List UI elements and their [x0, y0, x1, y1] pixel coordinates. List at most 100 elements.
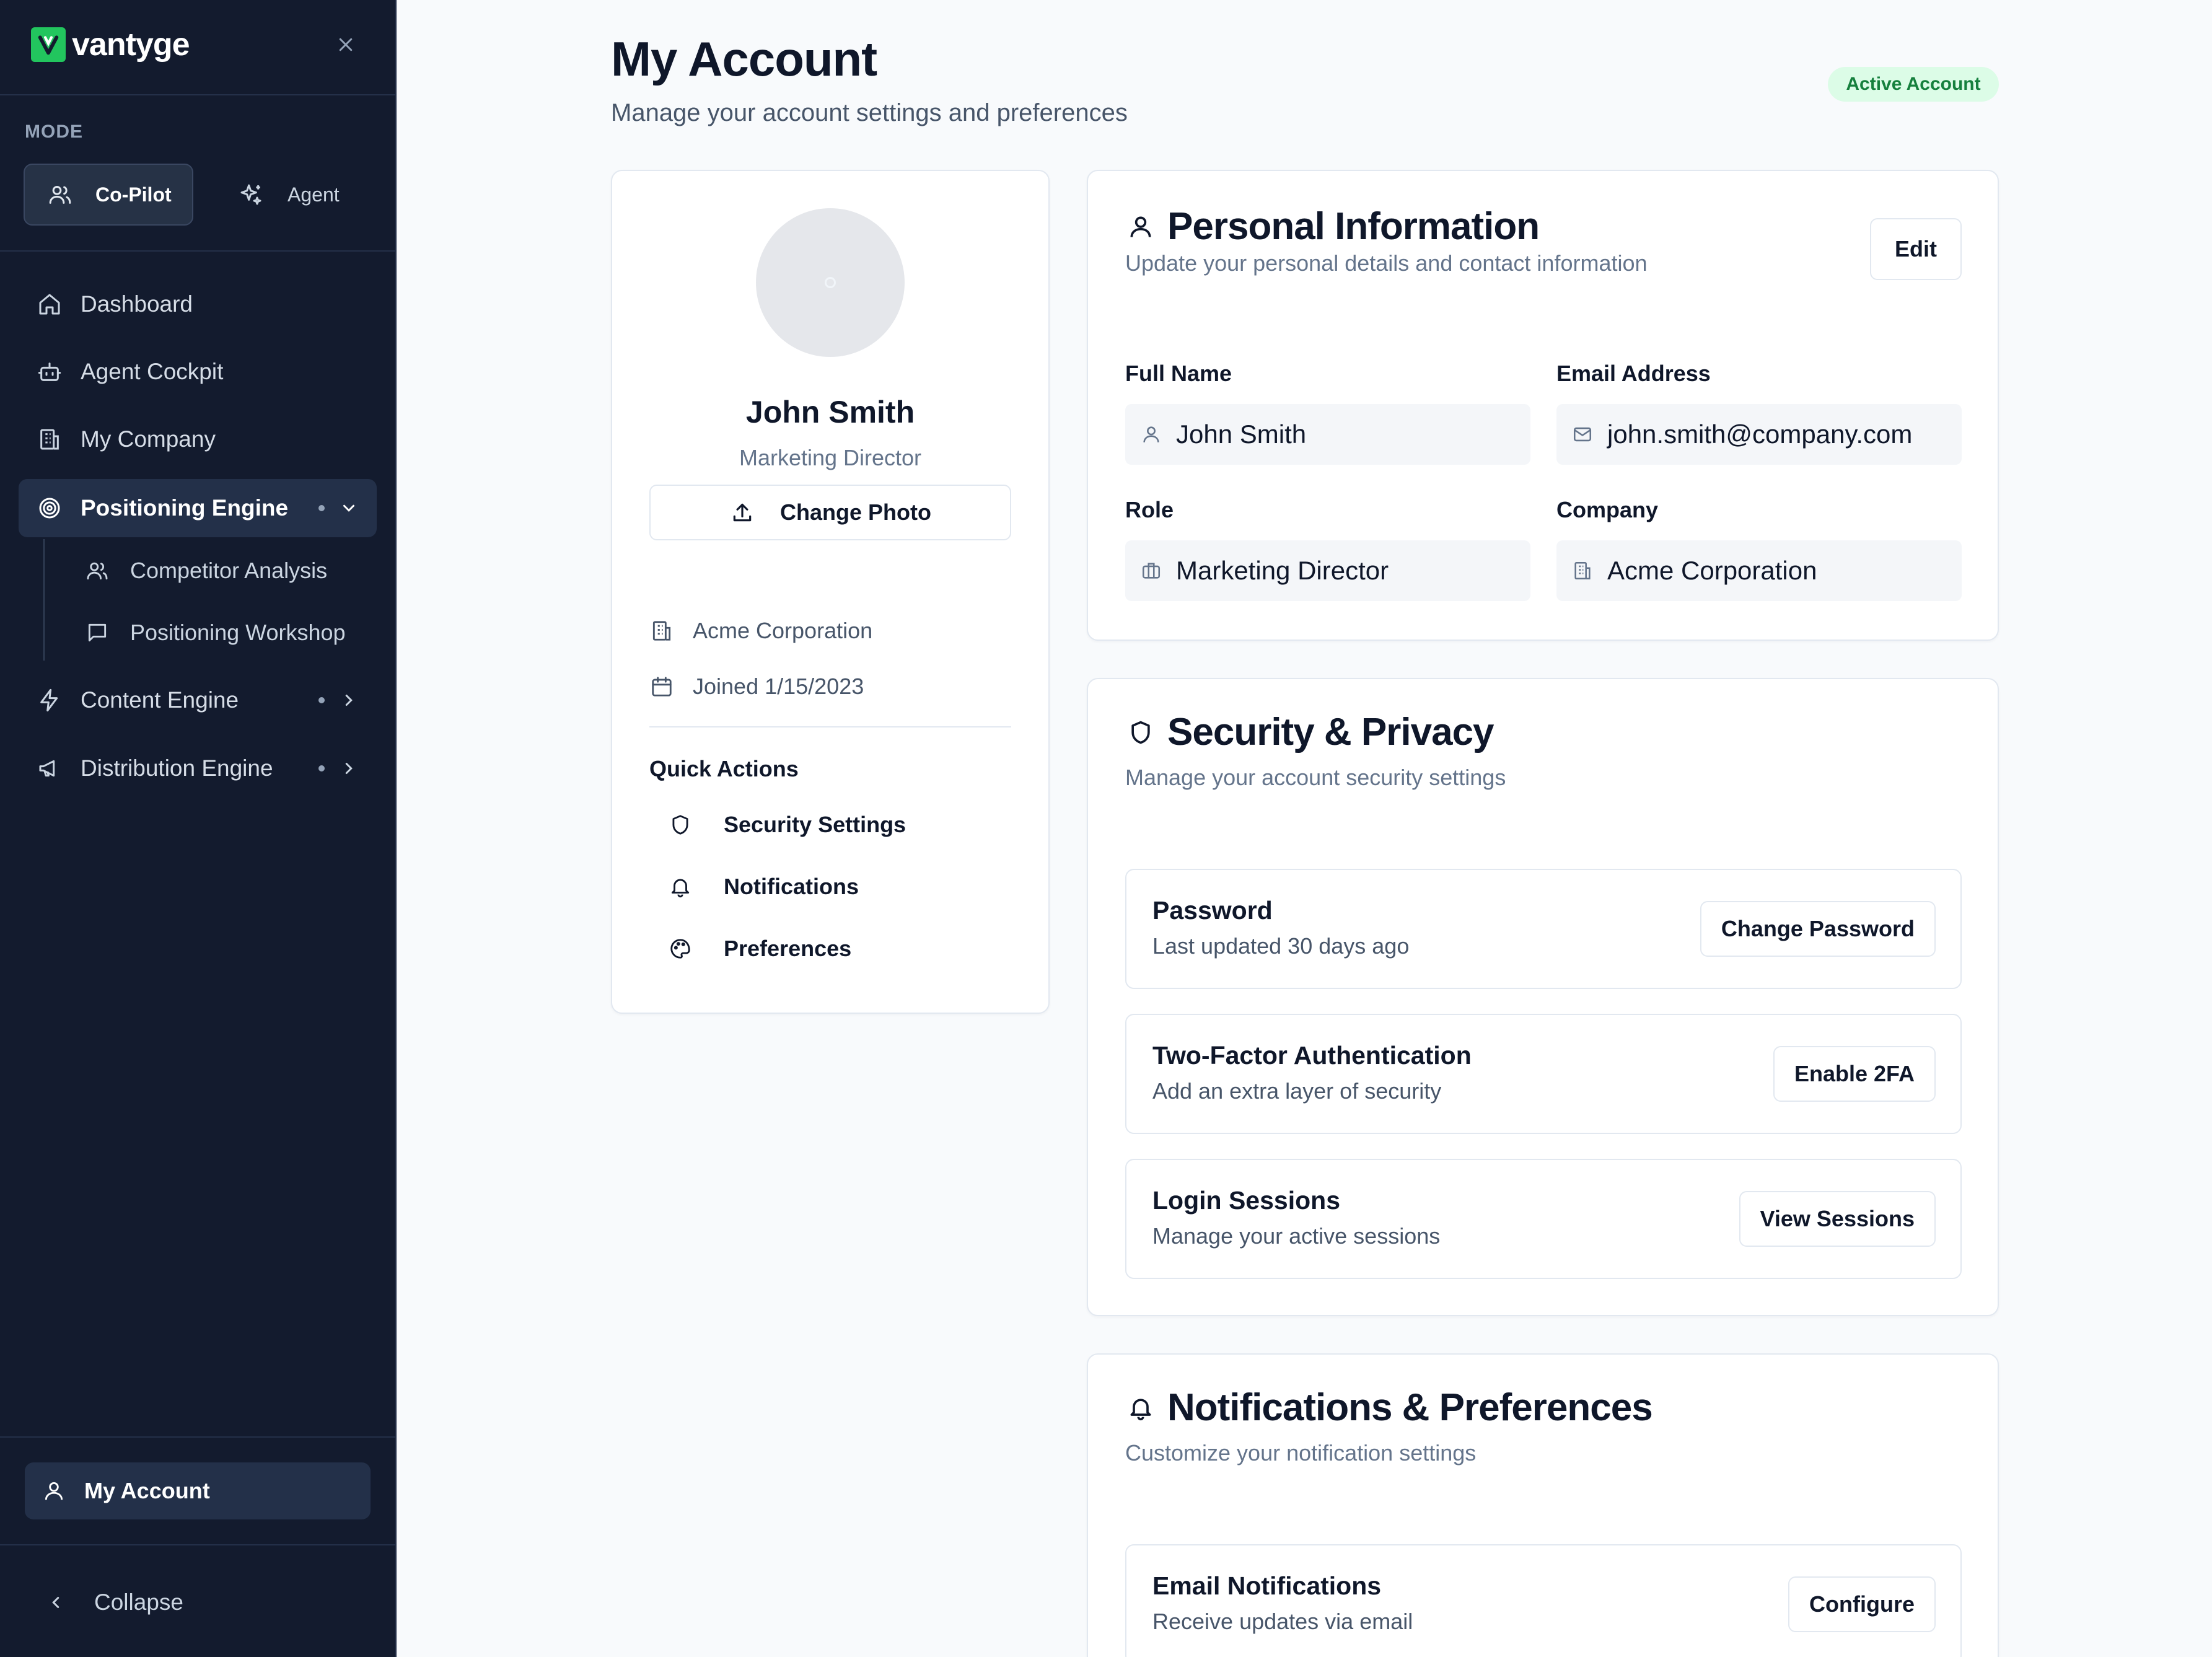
section-title-text: Notifications & Preferences: [1167, 1386, 1653, 1429]
field-label-role: Role: [1125, 497, 1174, 522]
sidebar: vantyge MODE Co-Pilot Agent Dashboard Ag…: [0, 0, 397, 1657]
quick-action-security-settings[interactable]: Security Settings: [668, 803, 906, 846]
quick-action-notifications[interactable]: Notifications: [668, 865, 859, 908]
upload-icon: [729, 499, 755, 525]
mode-copilot-button[interactable]: Co-Pilot: [24, 164, 193, 226]
nav-item-positioning-engine[interactable]: Positioning Engine: [19, 479, 377, 537]
nav-label: Dashboard: [81, 291, 193, 317]
setting-row-two-factor: Two-Factor Authentication Add an extra l…: [1125, 1014, 1962, 1134]
setting-description: Last updated 30 days ago: [1152, 933, 1410, 959]
sidebar-divider: [0, 250, 397, 252]
message-square-icon: [84, 620, 110, 646]
setting-row-login-sessions: Login Sessions Manage your active sessio…: [1125, 1159, 1962, 1279]
mode-agent-button[interactable]: Agent: [229, 164, 353, 226]
profile-role: Marketing Director: [739, 445, 922, 470]
setting-title: Two-Factor Authentication: [1152, 1041, 1472, 1070]
quick-action-label: Security Settings: [724, 812, 906, 837]
setting-description: Manage your active sessions: [1152, 1223, 1441, 1249]
field-value: Marketing Director: [1176, 556, 1389, 585]
home-icon: [36, 291, 63, 318]
setting-title: Login Sessions: [1152, 1186, 1340, 1215]
chevron-left-icon: [43, 1590, 68, 1615]
avatar-placeholder-icon: [825, 277, 836, 288]
status-dot: [318, 505, 325, 511]
quick-action-preferences[interactable]: Preferences: [668, 927, 851, 970]
nav-label: Content Engine: [81, 687, 239, 713]
collapse-label: Collapse: [94, 1589, 183, 1615]
avatar[interactable]: [756, 208, 905, 357]
nav-meta: [318, 479, 358, 537]
target-icon: [36, 494, 63, 522]
mode-label: MODE: [25, 121, 83, 142]
nav-item-distribution-engine[interactable]: Distribution Engine: [19, 739, 377, 798]
enable-2fa-button[interactable]: Enable 2FA: [1773, 1046, 1936, 1102]
shield-icon: [1125, 717, 1156, 748]
field-label-email: Email Address: [1556, 361, 1711, 386]
collapse-button[interactable]: Collapse: [43, 1584, 183, 1621]
brand-logo-icon: [31, 27, 66, 62]
subnav-item-positioning-workshop[interactable]: Positioning Workshop: [84, 608, 346, 657]
sparkles-icon: [237, 180, 265, 209]
change-photo-button[interactable]: Change Photo: [649, 485, 1011, 540]
notifications-preferences-title: Notifications & Preferences: [1125, 1386, 1653, 1430]
nav-item-my-company[interactable]: My Company: [19, 410, 377, 468]
user-icon: [1125, 211, 1156, 242]
email-field[interactable]: john.smith@company.com: [1556, 404, 1962, 465]
nav-label: Positioning Engine: [81, 495, 289, 521]
close-icon: [339, 38, 353, 51]
building-icon: [36, 426, 63, 453]
calendar-icon: [649, 674, 674, 699]
quick-action-label: Notifications: [724, 874, 859, 899]
company-field[interactable]: Acme Corporation: [1556, 540, 1962, 601]
nav-item-agent-cockpit[interactable]: Agent Cockpit: [19, 343, 377, 401]
setting-description: Receive updates via email: [1152, 1609, 1413, 1634]
user-icon: [41, 1478, 67, 1504]
bell-icon: [1125, 1392, 1156, 1423]
personal-information-description: Update your personal details and contact…: [1125, 250, 1648, 276]
chevron-right-icon: [345, 763, 353, 774]
status-dot: [318, 765, 325, 771]
profile-joined-text: Joined 1/15/2023: [693, 674, 864, 699]
profile-name: John Smith: [745, 395, 915, 429]
nav-meta: [318, 671, 358, 729]
nav-label: Distribution Engine: [81, 755, 273, 781]
mail-icon: [1570, 422, 1595, 447]
security-privacy-description: Manage your account security settings: [1125, 765, 1506, 790]
profile-card: John Smith Marketing Director Change Pho…: [611, 170, 1050, 1014]
building-icon: [649, 618, 674, 643]
full-name-field[interactable]: John Smith: [1125, 404, 1530, 465]
user-icon: [1139, 422, 1164, 447]
close-sidebar-button[interactable]: [332, 31, 359, 58]
briefcase-icon: [1139, 558, 1164, 583]
security-privacy-card: Security & Privacy Manage your account s…: [1087, 678, 1999, 1316]
view-sessions-button[interactable]: View Sessions: [1739, 1191, 1936, 1247]
role-field[interactable]: Marketing Director: [1125, 540, 1530, 601]
field-label-full-name: Full Name: [1125, 361, 1232, 386]
brand[interactable]: vantyge: [31, 27, 190, 63]
profile-divider: [649, 726, 1011, 727]
section-title-text: Personal Information: [1167, 205, 1540, 248]
quick-action-label: Preferences: [724, 936, 852, 961]
status-dot: [318, 697, 325, 703]
personal-information-card: Personal Information Update your persona…: [1087, 170, 1999, 641]
subnav-label: Competitor Analysis: [130, 558, 328, 583]
nav-item-my-account[interactable]: My Account: [25, 1462, 371, 1519]
status-badge: Active Account: [1828, 67, 1999, 102]
edit-button[interactable]: Edit: [1870, 218, 1962, 280]
profile-company: Acme Corporation: [649, 612, 872, 649]
change-password-button[interactable]: Change Password: [1700, 901, 1936, 957]
notifications-preferences-description: Customize your notification settings: [1125, 1440, 1477, 1466]
brand-name: vantyge: [72, 27, 190, 63]
mode-copilot-label: Co-Pilot: [95, 183, 172, 206]
building-icon: [1570, 558, 1595, 583]
setting-row-password: Password Last updated 30 days ago Change…: [1125, 869, 1962, 989]
notifications-preferences-card: Notifications & Preferences Customize yo…: [1087, 1353, 1999, 1657]
megaphone-icon: [36, 755, 63, 782]
configure-button[interactable]: Configure: [1788, 1576, 1936, 1632]
users-icon: [84, 558, 110, 584]
subnav-item-competitor-analysis[interactable]: Competitor Analysis: [84, 546, 327, 596]
subnav-label: Positioning Workshop: [130, 620, 346, 645]
nav-item-content-engine[interactable]: Content Engine: [19, 671, 377, 729]
nav-item-dashboard[interactable]: Dashboard: [19, 275, 377, 333]
zap-icon: [36, 687, 63, 714]
